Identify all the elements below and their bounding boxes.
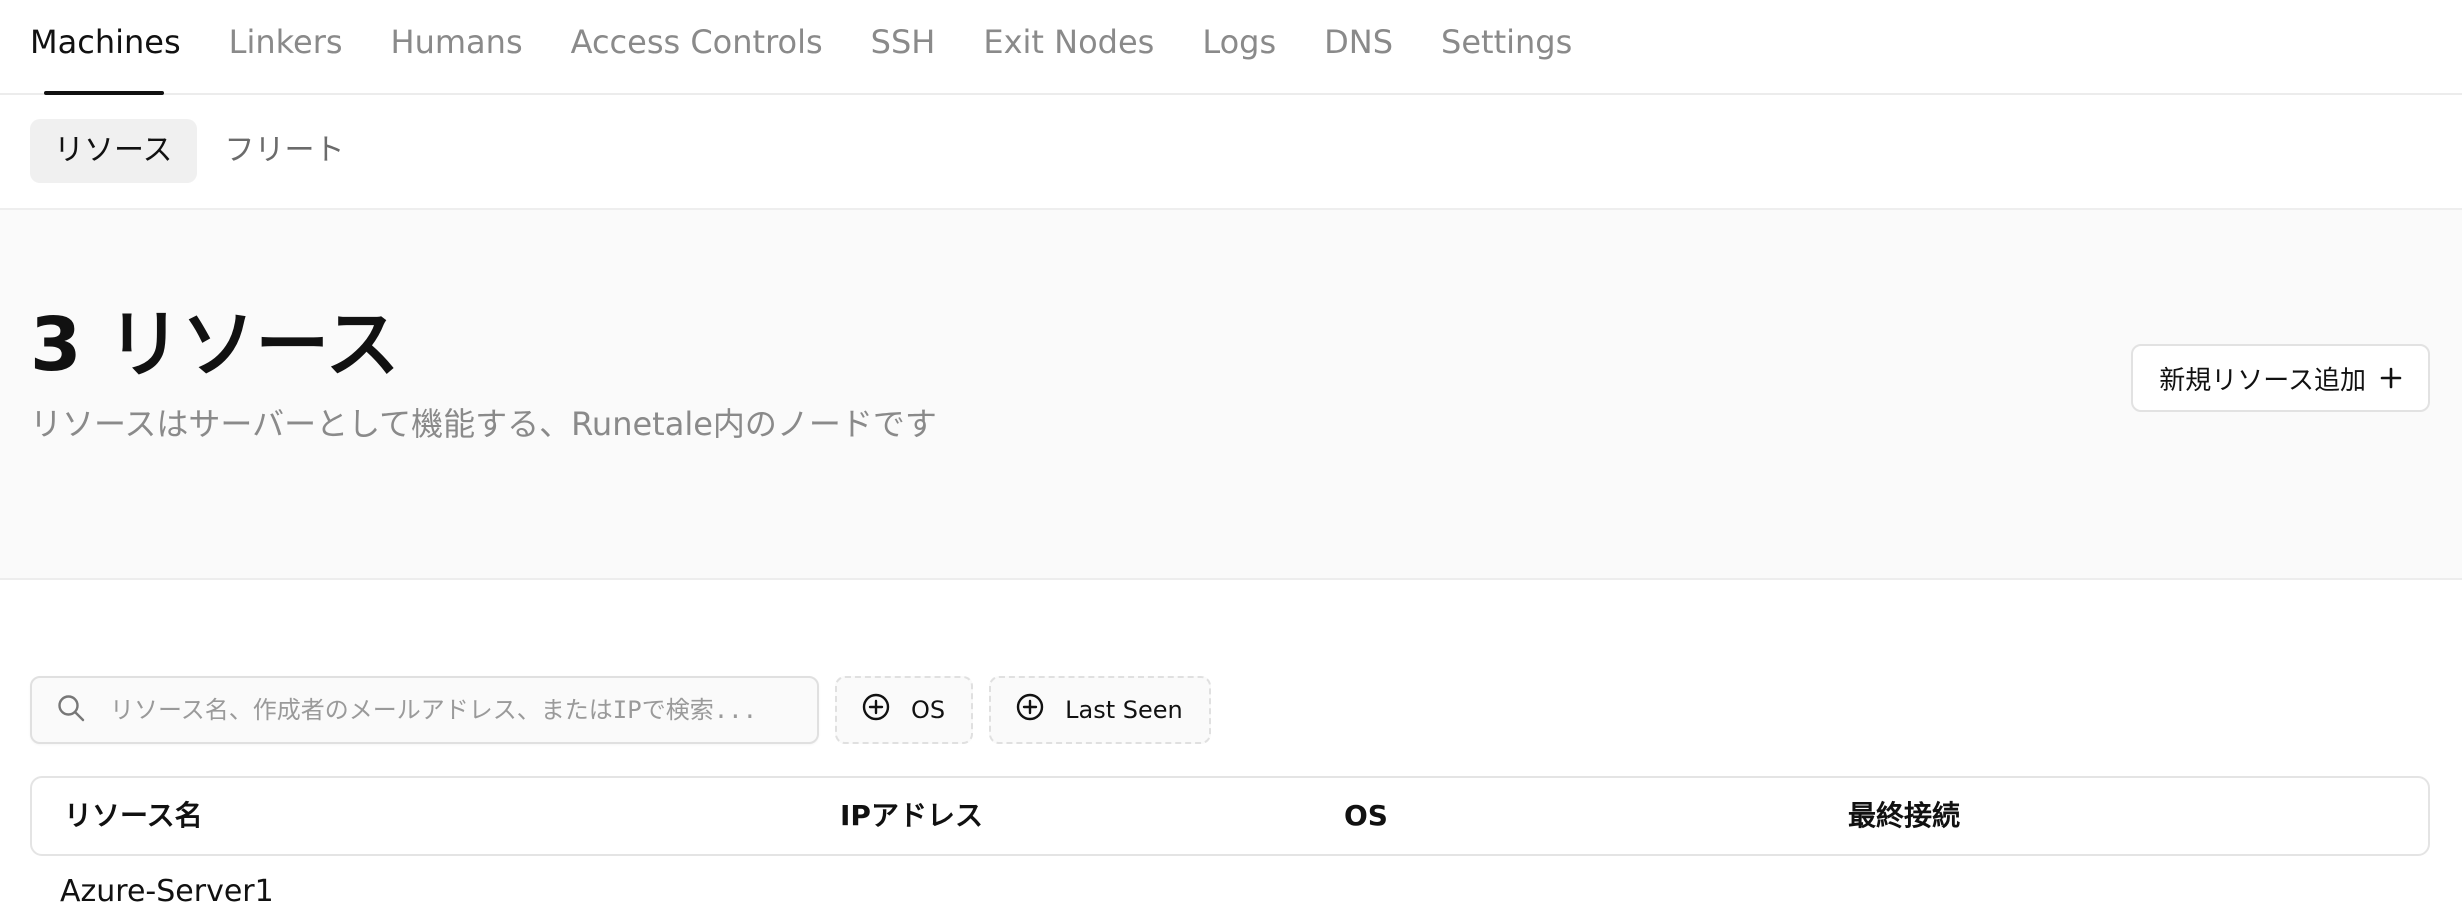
add-resource-button[interactable]: 新規リソース追加: [2131, 344, 2430, 412]
search-box[interactable]: [30, 676, 819, 744]
tab-dns[interactable]: DNS: [1324, 18, 1393, 66]
page-title: 3 リソース: [30, 302, 400, 388]
add-resource-button-label: 新規リソース追加: [2159, 365, 2366, 396]
filter-bar: OS Last Seen: [30, 676, 1211, 744]
page-header: 3 リソース リソースはサーバーとして機能する、Runetale内のノードです …: [0, 210, 2462, 580]
tab-logs[interactable]: Logs: [1202, 18, 1276, 66]
plus-circle-icon: [1015, 692, 1045, 728]
tab-exit-nodes[interactable]: Exit Nodes: [983, 18, 1154, 66]
tab-access-controls[interactable]: Access Controls: [571, 18, 823, 66]
column-header-os[interactable]: OS: [1344, 778, 1388, 854]
subtab-resources[interactable]: リソース: [30, 119, 197, 183]
column-header-resource-name[interactable]: リソース名: [64, 778, 203, 854]
filter-os-label: OS: [911, 696, 946, 724]
column-header-last-seen[interactable]: 最終接続: [1848, 778, 1960, 854]
plus-circle-icon: [861, 692, 891, 728]
tab-settings[interactable]: Settings: [1441, 18, 1572, 66]
search-input[interactable]: [108, 695, 788, 725]
subtab-fleet[interactable]: フリート: [201, 119, 369, 183]
resources-table: リソース名 IPアドレス OS 最終接続: [30, 776, 2430, 856]
tab-linkers[interactable]: Linkers: [229, 18, 343, 66]
page-subtitle: リソースはサーバーとして機能する、Runetale内のノードです: [30, 405, 937, 443]
filter-last-seen-button[interactable]: Last Seen: [989, 676, 1211, 744]
subtab-row: リソース フリート: [30, 119, 369, 183]
sub-navigation: リソース フリート: [0, 95, 2462, 210]
top-tabs: Machines Linkers Humans Access Controls …: [30, 18, 1572, 66]
tab-ssh[interactable]: SSH: [871, 18, 936, 66]
filter-last-seen-label: Last Seen: [1065, 696, 1183, 724]
tab-humans[interactable]: Humans: [391, 18, 523, 66]
search-icon: [56, 693, 86, 727]
table-row[interactable]: Azure-Server1: [60, 872, 274, 912]
tab-machines[interactable]: Machines: [30, 18, 181, 66]
filter-os-button[interactable]: OS: [835, 676, 974, 744]
column-header-ip-address[interactable]: IPアドレス: [840, 778, 983, 854]
plus-icon: [2380, 360, 2402, 396]
top-navigation: Machines Linkers Humans Access Controls …: [0, 0, 2462, 95]
